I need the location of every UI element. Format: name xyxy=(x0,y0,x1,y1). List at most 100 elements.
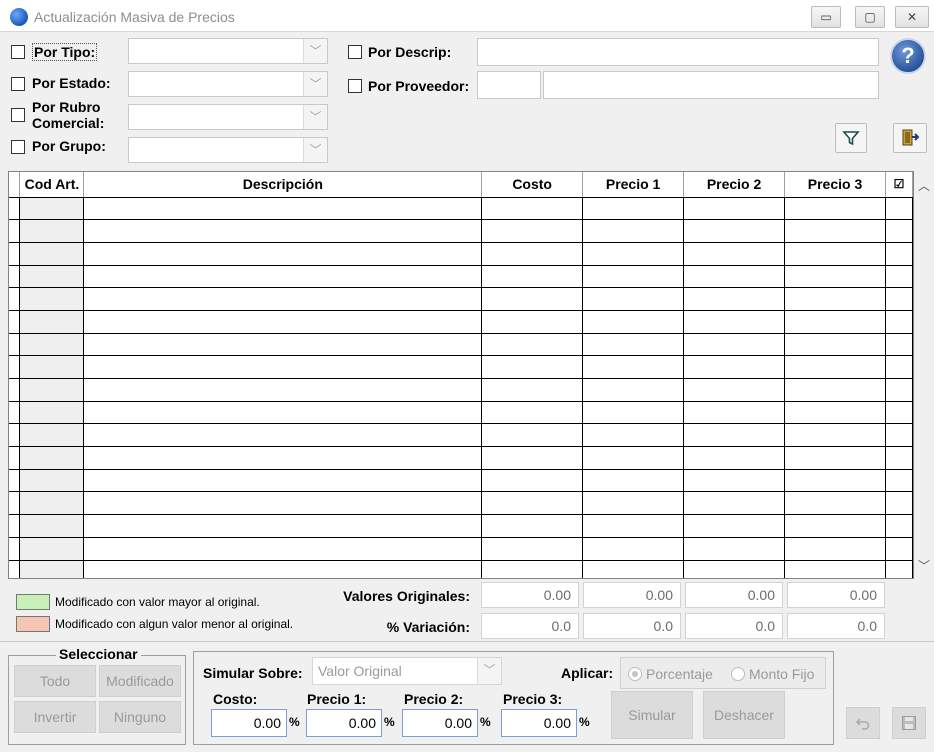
filter-button[interactable] xyxy=(835,123,867,153)
table-row[interactable] xyxy=(9,355,913,379)
grid-cell[interactable] xyxy=(784,355,886,379)
grid-cell[interactable] xyxy=(582,401,685,425)
grid-cell[interactable] xyxy=(19,265,85,289)
grid-cell[interactable] xyxy=(683,491,786,516)
grid-cell[interactable] xyxy=(582,446,685,470)
grid-cell[interactable] xyxy=(683,514,786,538)
grid-cell[interactable] xyxy=(83,491,483,516)
grid-cell[interactable] xyxy=(19,560,85,578)
grupo-combo[interactable]: ﹀ xyxy=(128,137,328,163)
save-button[interactable] xyxy=(892,707,926,739)
grid-cell[interactable] xyxy=(683,265,786,289)
row-selector-cell[interactable] xyxy=(9,401,21,425)
grid-cell[interactable] xyxy=(83,333,483,357)
row-selector-cell[interactable] xyxy=(9,219,21,243)
col-header-precio-2[interactable]: Precio 2 xyxy=(683,172,786,198)
grid-cell[interactable] xyxy=(885,514,913,538)
row-selector-cell[interactable] xyxy=(9,265,21,289)
grid-cell[interactable] xyxy=(683,287,786,311)
grid-cell[interactable] xyxy=(784,310,886,334)
grid-cell[interactable] xyxy=(19,423,85,448)
articles-grid[interactable]: Cod Art. Descripción Costo Precio 1 Prec… xyxy=(8,171,914,579)
grid-cell[interactable] xyxy=(885,423,913,448)
scroll-up-icon[interactable]: ︿ xyxy=(914,177,934,194)
table-row[interactable] xyxy=(9,491,913,516)
grid-cell[interactable] xyxy=(784,219,886,243)
grid-cell[interactable] xyxy=(683,401,786,425)
grid-cell[interactable] xyxy=(885,378,913,402)
table-row[interactable] xyxy=(9,197,913,221)
por-grupo-checkbox[interactable] xyxy=(11,140,25,154)
grid-cell[interactable] xyxy=(19,219,85,243)
grid-cell[interactable] xyxy=(481,333,584,357)
row-selector-cell[interactable] xyxy=(9,355,21,379)
simular-button[interactable]: Simular xyxy=(611,691,693,739)
grid-cell[interactable] xyxy=(19,310,85,334)
grid-cell[interactable] xyxy=(784,537,886,561)
grid-cell[interactable] xyxy=(481,423,584,448)
grid-cell[interactable] xyxy=(19,197,85,221)
grid-cell[interactable] xyxy=(683,355,786,379)
grid-cell[interactable] xyxy=(683,333,786,357)
row-selector-cell[interactable] xyxy=(9,491,21,516)
grid-cell[interactable] xyxy=(784,446,886,470)
grid-cell[interactable] xyxy=(19,355,85,379)
grid-cell[interactable] xyxy=(83,378,483,402)
table-row[interactable] xyxy=(9,446,913,470)
table-row[interactable] xyxy=(9,560,913,578)
precio3-pct-input[interactable]: 0.00 xyxy=(501,709,577,737)
grid-cell[interactable] xyxy=(19,287,85,311)
grid-cell[interactable] xyxy=(784,469,886,493)
table-row[interactable] xyxy=(9,537,913,561)
grid-cell[interactable] xyxy=(885,333,913,357)
deshacer-button[interactable]: Deshacer xyxy=(703,691,785,739)
grid-cell[interactable] xyxy=(481,355,584,379)
todo-button[interactable]: Todo xyxy=(14,665,96,697)
grid-cell[interactable] xyxy=(83,560,483,578)
grid-cell[interactable] xyxy=(683,446,786,470)
grid-cell[interactable] xyxy=(19,446,85,470)
row-selector-cell[interactable] xyxy=(9,423,21,448)
help-icon[interactable]: ? xyxy=(890,38,926,74)
grid-cell[interactable] xyxy=(582,242,685,266)
grid-cell[interactable] xyxy=(19,333,85,357)
grid-cell[interactable] xyxy=(19,469,85,493)
col-header-precio-1[interactable]: Precio 1 xyxy=(582,172,685,198)
grid-cell[interactable] xyxy=(582,265,685,289)
porcentaje-radio[interactable] xyxy=(628,667,642,681)
grid-cell[interactable] xyxy=(83,242,483,266)
table-row[interactable] xyxy=(9,333,913,357)
grid-cell[interactable] xyxy=(83,469,483,493)
grid-cell[interactable] xyxy=(481,560,584,578)
grid-cell[interactable] xyxy=(582,310,685,334)
grid-cell[interactable] xyxy=(481,310,584,334)
modificado-button[interactable]: Modificado xyxy=(99,665,181,697)
grid-cell[interactable] xyxy=(83,514,483,538)
table-row[interactable] xyxy=(9,401,913,425)
grid-cell[interactable] xyxy=(784,287,886,311)
grid-cell[interactable] xyxy=(83,287,483,311)
grid-cell[interactable] xyxy=(885,355,913,379)
grid-cell[interactable] xyxy=(19,378,85,402)
por-proveedor-checkbox[interactable] xyxy=(348,79,362,93)
proveedor-name-input[interactable] xyxy=(543,71,879,99)
row-selector-cell[interactable] xyxy=(9,287,21,311)
row-selector-cell[interactable] xyxy=(9,469,21,493)
grid-cell[interactable] xyxy=(885,491,913,516)
row-selector-cell[interactable] xyxy=(9,560,21,578)
invertir-button[interactable]: Invertir xyxy=(14,701,96,733)
col-header-descripcion[interactable]: Descripción xyxy=(83,172,483,198)
grid-cell[interactable] xyxy=(885,197,913,221)
grid-cell[interactable] xyxy=(885,287,913,311)
col-header-precio-3[interactable]: Precio 3 xyxy=(784,172,886,198)
table-row[interactable] xyxy=(9,469,913,493)
grid-cell[interactable] xyxy=(885,310,913,334)
grid-cell[interactable] xyxy=(481,537,584,561)
grid-cell[interactable] xyxy=(683,537,786,561)
tipo-combo[interactable]: ﹀ xyxy=(128,38,328,64)
grid-cell[interactable] xyxy=(481,197,584,221)
grid-cell[interactable] xyxy=(582,287,685,311)
grid-cell[interactable] xyxy=(683,242,786,266)
grid-cell[interactable] xyxy=(784,378,886,402)
row-selector-cell[interactable] xyxy=(9,378,21,402)
